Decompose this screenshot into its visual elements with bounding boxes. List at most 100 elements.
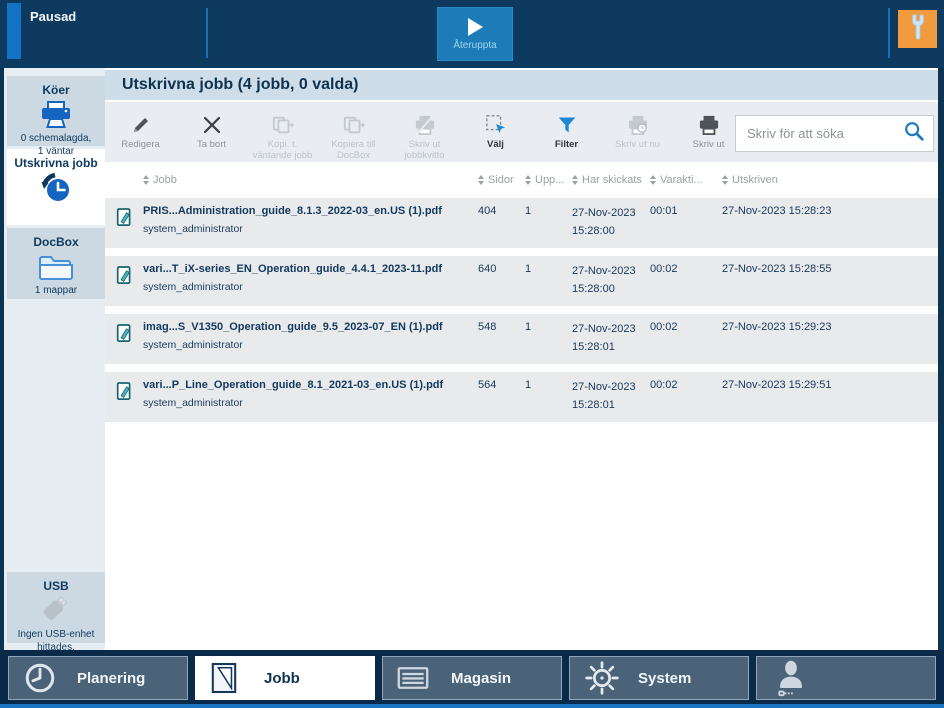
copy-to-pending-label: Kopi. t. väntande jobb <box>252 139 313 162</box>
table-row[interactable]: imag...S_V1350_Operation_guide_9.5_2023-… <box>105 314 938 364</box>
copy-icon <box>272 113 294 137</box>
column-header-duration[interactable]: Varakti... <box>650 174 722 186</box>
queues-title: Köer <box>42 83 70 97</box>
tab-user-login[interactable] <box>756 656 936 700</box>
printer-icon <box>698 113 720 137</box>
table-row[interactable]: vari...P_Line_Operation_guide_8.1_2021-0… <box>105 372 938 422</box>
resume-button-label: Återuppta <box>453 39 497 51</box>
bottom-tabs: Planering Jobb Magasin System <box>8 656 936 700</box>
job-owner: system_administrator <box>143 223 243 235</box>
play-icon <box>467 17 483 36</box>
job-name: imag...S_V1350_Operation_guide_9.5_2023-… <box>143 321 443 333</box>
job-name: vari...T_iX-series_EN_Operation_guide_4.… <box>143 263 442 275</box>
column-header-copies[interactable]: Upp... <box>525 174 572 186</box>
copy-to-docbox-button[interactable]: Kopiera till DocBox <box>318 102 389 162</box>
job-pages: 548 <box>478 321 497 333</box>
job-sent: 27-Nov-2023 15:28:00 <box>572 207 636 237</box>
topbar-divider <box>206 8 208 58</box>
document-icon <box>105 321 143 364</box>
print-button[interactable]: Skriv ut <box>673 102 744 162</box>
document-icon <box>105 205 143 248</box>
user-key-icon <box>771 659 811 697</box>
tray-stack-icon <box>397 665 437 691</box>
job-copies: 1 <box>525 321 532 333</box>
job-owner: system_administrator <box>143 339 243 351</box>
job-duration: 00:02 <box>650 263 678 275</box>
edit-label: Redigera <box>121 139 160 150</box>
table-row[interactable]: PRIS...Administration_guide_8.1.3_2022-0… <box>105 198 938 248</box>
column-header-pages[interactable]: Sidor <box>478 174 525 186</box>
table-row[interactable]: vari...T_iX-series_EN_Operation_guide_4.… <box>105 256 938 306</box>
filter-label: Filter <box>554 139 579 150</box>
job-printed: 27-Nov-2023 15:29:51 <box>722 379 832 391</box>
select-marquee-icon <box>485 113 507 137</box>
sort-icon <box>478 175 484 185</box>
edit-button[interactable]: Redigera <box>105 102 176 162</box>
job-duration: 00:01 <box>650 205 678 217</box>
printer-status-text: Pausad <box>30 9 77 24</box>
folder-icon <box>7 252 105 282</box>
search-input[interactable] <box>747 126 903 141</box>
select-button[interactable]: Välj <box>460 102 531 162</box>
job-sent: 27-Nov-2023 15:28:00 <box>572 265 636 295</box>
x-icon <box>203 113 221 137</box>
column-header-sent[interactable]: Har skickats <box>572 174 650 186</box>
print-now-button[interactable]: Skriv ut nu <box>602 102 673 162</box>
copy-to-pending-button[interactable]: Kopi. t. väntande jobb <box>247 102 318 162</box>
main-panel: Utskrivna jobb (4 jobb, 0 valda) Rediger… <box>105 68 938 650</box>
printed-jobs-title: Utskrivna jobb <box>14 156 98 170</box>
delete-label: Ta bort <box>196 139 227 150</box>
sidebar-item-queues[interactable]: Köer 0 schemalagda, 1 väntar <box>7 76 105 157</box>
tab-magazine[interactable]: Magasin <box>382 656 562 700</box>
job-copies: 1 <box>525 205 532 217</box>
job-name: vari...P_Line_Operation_guide_8.1_2021-0… <box>143 379 444 391</box>
printer-receipt-icon <box>414 113 436 137</box>
column-header-job[interactable]: Jobb <box>143 174 478 186</box>
sidebar-item-usb[interactable]: USB Ingen USB-enhet hittades. <box>7 572 105 653</box>
search-icon[interactable] <box>903 120 925 147</box>
screen: Pausad Återuppta Köer 0 schemalagda, 1 v… <box>0 0 944 708</box>
job-duration: 00:02 <box>650 379 678 391</box>
tab-system-label: System <box>638 669 692 687</box>
job-printed: 27-Nov-2023 15:28:23 <box>722 205 832 217</box>
printer-icon <box>7 100 105 130</box>
sidebar-item-docbox[interactable]: DocBox 1 mappar <box>7 228 105 299</box>
status-accent-bar <box>7 3 21 59</box>
jobs-document-icon <box>210 662 250 694</box>
job-printed: 27-Nov-2023 15:28:55 <box>722 263 832 275</box>
filter-icon <box>557 113 577 137</box>
printer-clock-icon <box>627 113 649 137</box>
search-box <box>735 115 934 152</box>
tab-jobs[interactable]: Jobb <box>195 656 375 700</box>
maintenance-button[interactable] <box>898 10 937 48</box>
column-header-printed[interactable]: Utskriven <box>722 174 938 186</box>
tab-planning[interactable]: Planering <box>8 656 188 700</box>
tab-system[interactable]: System <box>569 656 749 700</box>
filter-button[interactable]: Filter <box>531 102 602 162</box>
top-status-bar: Pausad Återuppta <box>0 0 944 68</box>
job-copies: 1 <box>525 263 532 275</box>
job-owner: system_administrator <box>143 281 243 293</box>
job-sent: 27-Nov-2023 15:28:01 <box>572 381 636 411</box>
gear-icon <box>584 660 624 696</box>
job-list: PRIS...Administration_guide_8.1.3_2022-0… <box>105 198 938 422</box>
delete-button[interactable]: Ta bort <box>176 102 247 162</box>
print-now-label: Skriv ut nu <box>615 139 660 150</box>
sort-icon <box>525 175 531 185</box>
usb-title: USB <box>43 579 69 593</box>
job-sent: 27-Nov-2023 15:28:01 <box>572 323 636 353</box>
job-duration: 00:02 <box>650 321 678 333</box>
topbar-divider <box>888 8 890 58</box>
clock-icon <box>23 661 63 695</box>
toolbar: Redigera Ta bort Kopi. t. väntande jobb <box>105 102 938 162</box>
sort-icon <box>650 175 656 185</box>
usb-stick-icon <box>7 596 105 626</box>
job-owner: system_administrator <box>143 397 243 409</box>
tab-planning-label: Planering <box>77 669 146 687</box>
print-receipt-button[interactable]: Skriv ut jobbkvitto <box>389 102 460 162</box>
select-label: Välj <box>487 139 504 150</box>
pencil-icon <box>131 113 151 137</box>
sidebar-item-printed-jobs[interactable]: Utskrivna jobb <box>7 149 105 225</box>
copy-icon <box>343 113 365 137</box>
resume-button[interactable]: Återuppta <box>437 7 513 61</box>
